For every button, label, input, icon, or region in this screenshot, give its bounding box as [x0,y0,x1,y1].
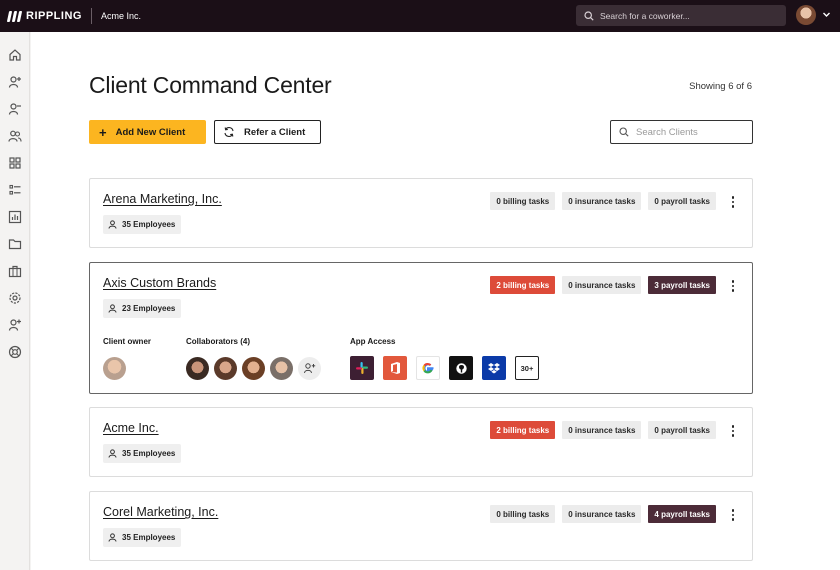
list-icon[interactable] [7,182,23,198]
company-name[interactable]: Acme Inc. [101,11,141,21]
sidebar [0,32,30,570]
billing-tasks-badge[interactable]: 0 billing tasks [490,192,556,210]
client-card[interactable]: Corel Marketing, Inc. 35 Employees 0 bil… [89,491,753,561]
add-person-icon[interactable] [7,74,23,90]
task-badges: 0 billing tasks 0 insurance tasks 4 payr… [490,505,716,523]
employee-count-badge: 35 Employees [103,528,182,547]
apps-grid-icon[interactable] [7,155,23,171]
task-badges: 2 billing tasks 0 insurance tasks 3 payr… [490,276,716,294]
insurance-tasks-badge[interactable]: 0 insurance tasks [562,421,642,439]
app-access-label: App Access [350,337,396,346]
payroll-tasks-badge[interactable]: 4 payroll tasks [648,505,716,523]
employee-count-badge: 35 Employees [103,215,182,234]
chevron-down-icon[interactable] [822,10,831,19]
brand-name: RIPPLING [26,10,82,22]
employee-count-badge: 35 Employees [103,444,182,463]
more-options-icon[interactable] [731,196,734,208]
employee-count: 35 Employees [122,220,176,229]
invite-person-icon[interactable] [7,317,23,333]
remove-person-icon[interactable] [7,101,23,117]
results-count: Showing 6 of 6 [689,81,752,92]
client-owner-avatar[interactable] [103,357,126,380]
more-options-icon[interactable] [731,280,734,292]
employee-count: 35 Employees [122,449,176,458]
collaborator-avatar[interactable] [270,357,293,380]
office-icon[interactable] [383,356,407,380]
dropbox-icon[interactable] [482,356,506,380]
employee-count: 35 Employees [122,533,176,542]
billing-tasks-badge[interactable]: 2 billing tasks [490,276,556,294]
report-chart-icon[interactable] [7,209,23,225]
add-new-client-label: Add New Client [115,126,186,138]
person-icon [108,533,117,542]
google-icon[interactable] [416,356,440,380]
collaborator-avatar[interactable] [242,357,265,380]
settings-gear-icon[interactable] [7,290,23,306]
client-name-link[interactable]: Arena Marketing, Inc. [103,192,222,206]
client-name-link[interactable]: Axis Custom Brands [103,276,216,290]
add-collaborator-icon[interactable] [298,357,321,380]
client-card[interactable]: Arena Marketing, Inc. 35 Employees 0 bil… [89,178,753,248]
topbar-divider [90,8,92,24]
client-owner-label: Client owner [103,337,152,346]
payroll-tasks-badge[interactable]: 3 payroll tasks [648,276,716,294]
user-avatar[interactable] [796,5,816,25]
refresh-icon [224,127,234,137]
employee-count: 23 Employees [122,304,176,313]
plus-icon: + [99,124,107,140]
folder-icon[interactable] [7,236,23,252]
client-card[interactable]: Acme Inc. 35 Employees 2 billing tasks 0… [89,407,753,477]
collaborators-label: Collaborators (4) [186,337,251,346]
person-icon [108,304,117,313]
search-icon [584,10,594,21]
home-icon[interactable] [7,47,23,63]
rippling-logo-mark [6,10,23,22]
briefcase-icon[interactable] [7,263,23,279]
page-title: Client Command Center [89,72,332,98]
github-icon[interactable] [449,356,473,380]
people-icon[interactable] [7,128,23,144]
search-clients-input[interactable]: Search Clients [610,120,753,144]
collaborator-avatar[interactable] [214,357,237,380]
coworker-search-input[interactable]: Search for a coworker... [576,5,786,26]
insurance-tasks-badge[interactable]: 0 insurance tasks [562,276,642,294]
slack-icon[interactable] [350,356,374,380]
person-icon [108,449,117,458]
payroll-tasks-badge[interactable]: 0 payroll tasks [648,421,716,439]
coworker-search-placeholder: Search for a coworker... [600,10,690,21]
billing-tasks-badge[interactable]: 2 billing tasks [490,421,556,439]
more-options-icon[interactable] [731,509,734,521]
top-bar: RIPPLING Acme Inc. Search for a coworker… [0,0,840,32]
search-clients-placeholder: Search Clients [636,126,698,138]
more-apps-button[interactable]: 30+ [515,356,539,380]
search-icon [619,127,629,137]
collaborator-avatar[interactable] [186,357,209,380]
task-badges: 0 billing tasks 0 insurance tasks 0 payr… [490,192,716,210]
client-card-expanded[interactable]: Axis Custom Brands 23 Employees 2 billin… [89,262,753,394]
payroll-tasks-badge[interactable]: 0 payroll tasks [648,192,716,210]
client-name-link[interactable]: Acme Inc. [103,421,159,435]
rippling-logo[interactable]: RIPPLING [6,10,82,22]
add-new-client-button[interactable]: + Add New Client [89,120,206,144]
task-badges: 2 billing tasks 0 insurance tasks 0 payr… [490,421,716,439]
refer-client-button[interactable]: Refer a Client [214,120,321,144]
support-lifebuoy-icon[interactable] [7,344,23,360]
client-name-link[interactable]: Corel Marketing, Inc. [103,505,218,519]
employee-count-badge: 23 Employees [103,299,182,318]
person-icon [108,220,117,229]
billing-tasks-badge[interactable]: 0 billing tasks [490,505,556,523]
refer-client-label: Refer a Client [244,126,306,138]
main-content: Client Command Center Showing 6 of 6 + A… [31,32,840,570]
insurance-tasks-badge[interactable]: 0 insurance tasks [562,192,642,210]
insurance-tasks-badge[interactable]: 0 insurance tasks [562,505,642,523]
more-options-icon[interactable] [731,425,734,437]
